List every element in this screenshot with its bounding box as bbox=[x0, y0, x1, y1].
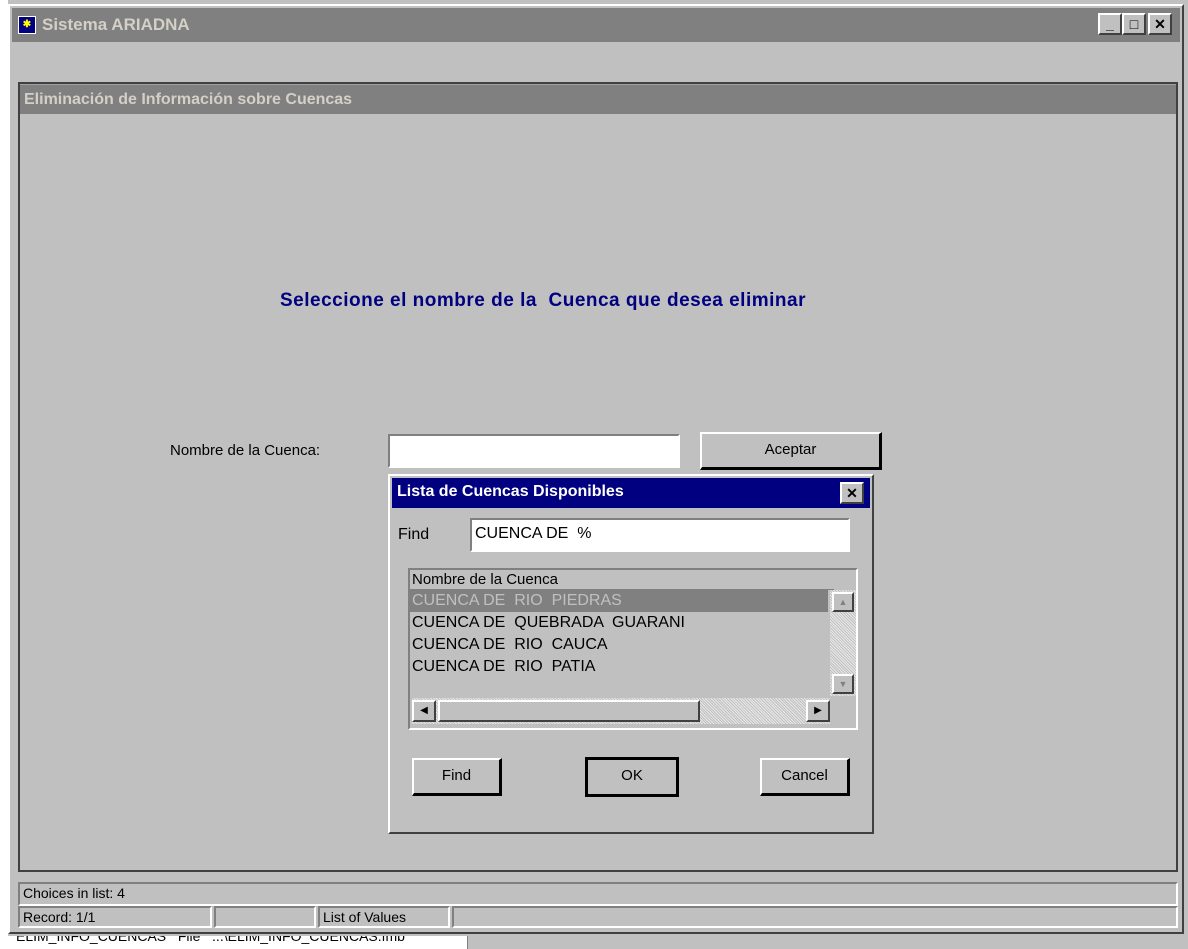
form-frame: Eliminación de Información sobre Cuencas… bbox=[18, 82, 1178, 872]
status-cell-empty bbox=[214, 906, 316, 928]
app-icon: ✱ bbox=[18, 16, 36, 34]
scroll-down-button[interactable]: ▼ bbox=[832, 674, 854, 694]
status-cell-rest bbox=[452, 906, 1178, 928]
list-row[interactable]: CUENCA DE QUEBRADA GUARANI bbox=[410, 612, 828, 634]
lov-find-button[interactable]: Find bbox=[412, 758, 502, 796]
close-button[interactable]: ✕ bbox=[1148, 13, 1172, 35]
status-message-text: Choices in list: 4 bbox=[23, 885, 125, 901]
main-window: ✱ Sistema ARIADNA _ □ ✕ Eliminación de I… bbox=[8, 4, 1184, 934]
lov-dialog: Lista de Cuencas Disponibles ✕ Find CUEN… bbox=[388, 474, 874, 834]
left-edge-strip bbox=[0, 0, 8, 949]
minimize-button[interactable]: _ bbox=[1098, 13, 1122, 35]
window-title: Sistema ARIADNA bbox=[42, 15, 190, 34]
window-title-bar[interactable]: ✱ Sistema ARIADNA _ □ ✕ bbox=[12, 8, 1180, 42]
status-message: Choices in list: 4 bbox=[18, 882, 1178, 906]
lov-ok-button[interactable]: OK bbox=[585, 757, 679, 797]
scroll-left-button[interactable]: ◀ bbox=[412, 700, 436, 722]
bottom-clipped-label: ELIM_INFO_CUENCAS File ...\ELIM_INFO_CUE… bbox=[16, 936, 405, 944]
scroll-thumb[interactable] bbox=[438, 700, 700, 722]
page-heading: Seleccione el nombre de la Cuenca que de… bbox=[280, 290, 806, 311]
list-row-selected[interactable]: CUENCA DE RIO PIEDRAS bbox=[410, 590, 828, 612]
maximize-button[interactable]: □ bbox=[1122, 13, 1146, 35]
lov-list: Nombre de la Cuenca CUENCA DE RIO PIEDRA… bbox=[408, 568, 858, 730]
horizontal-scrollbar[interactable]: ◀ ▶ bbox=[412, 698, 830, 724]
form-title-bar: Eliminación de Información sobre Cuencas bbox=[20, 84, 1176, 114]
status-record: Record: 1/1 bbox=[18, 906, 212, 928]
lov-cancel-button[interactable]: Cancel bbox=[760, 758, 850, 796]
column-header: Nombre de la Cuenca bbox=[410, 570, 834, 590]
scroll-right-button[interactable]: ▶ bbox=[806, 700, 830, 722]
list-row[interactable]: CUENCA DE RIO CAUCA bbox=[410, 634, 828, 656]
vertical-scrollbar[interactable]: ▲ ▼ bbox=[830, 590, 856, 696]
cuenca-name-input[interactable] bbox=[388, 434, 680, 468]
form-title: Eliminación de Información sobre Cuencas bbox=[24, 91, 353, 108]
find-label: Find bbox=[398, 526, 430, 543]
field-label: Nombre de la Cuenca: bbox=[170, 442, 321, 459]
list-rows: CUENCA DE RIO PIEDRAS CUENCA DE QUEBRADA… bbox=[410, 590, 828, 678]
lov-title: Lista de Cuencas Disponibles bbox=[397, 483, 624, 500]
list-row[interactable]: CUENCA DE RIO PATIA bbox=[410, 656, 828, 678]
bottom-clipped-text: ELIM_INFO_CUENCAS File ...\ELIM_INFO_CUE… bbox=[8, 936, 468, 949]
accept-button[interactable]: Aceptar bbox=[700, 432, 882, 470]
lov-title-bar[interactable]: Lista de Cuencas Disponibles ✕ bbox=[392, 478, 870, 508]
find-input[interactable]: CUENCA DE % bbox=[470, 518, 850, 552]
scroll-up-button[interactable]: ▲ bbox=[832, 592, 854, 612]
status-mode: List of Values bbox=[318, 906, 450, 928]
lov-close-button[interactable]: ✕ bbox=[840, 482, 864, 504]
